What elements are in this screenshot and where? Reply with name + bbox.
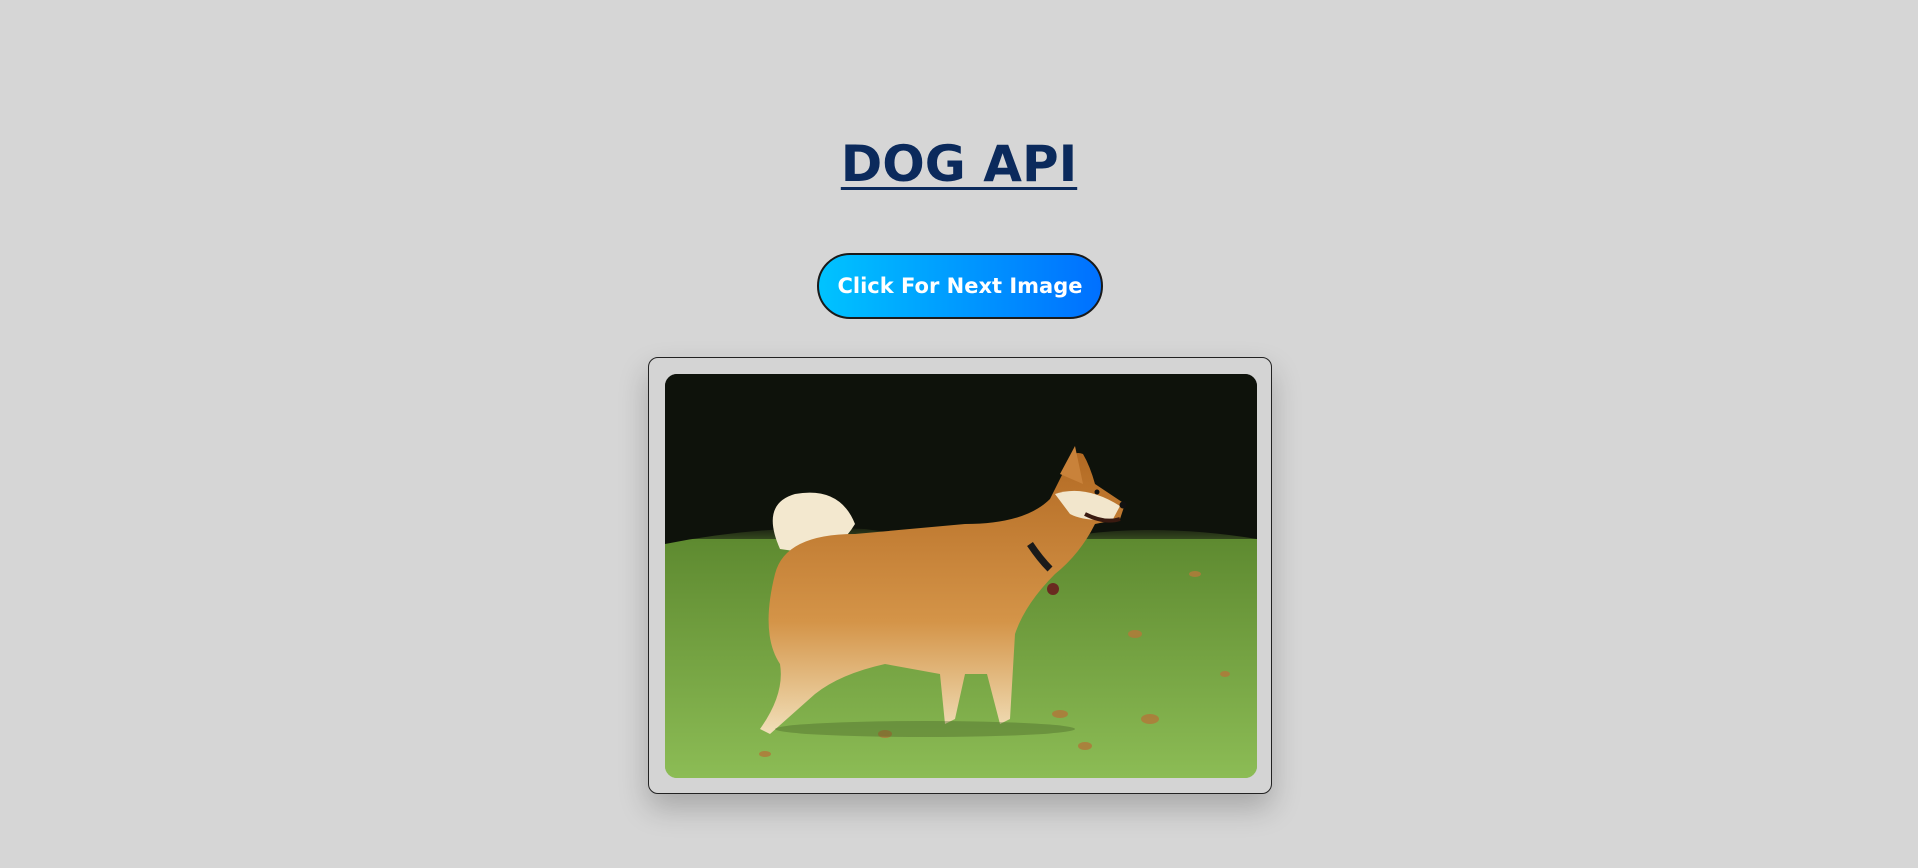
page: DOG API Click For Next Image — [0, 0, 1918, 868]
dog-image — [665, 374, 1257, 778]
page-title: DOG API — [840, 135, 1078, 193]
next-image-button[interactable]: Click For Next Image — [817, 253, 1103, 319]
image-frame — [648, 357, 1272, 794]
